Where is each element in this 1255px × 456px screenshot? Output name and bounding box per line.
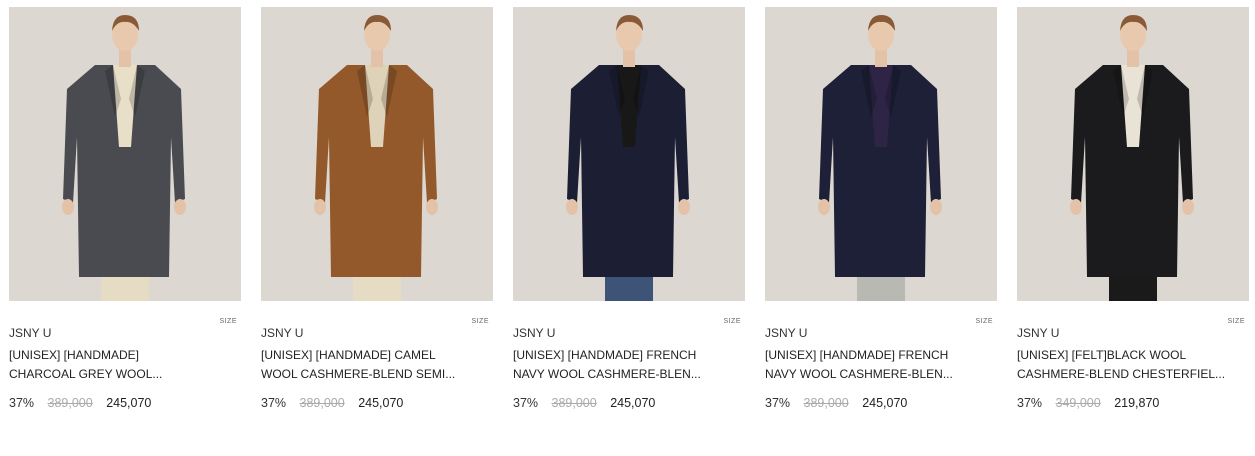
model-figure [765,7,997,301]
product-name[interactable]: [UNISEX] [HANDMADE] FRENCH NAVY WOOL CAS… [513,346,723,384]
sale-price: 245,070 [862,396,908,410]
discount-rate: 37% [9,396,35,410]
product-thumbnail-wrap: SIZE [1017,7,1249,325]
hand-left [818,199,830,215]
hand-right [174,199,186,215]
price-row: 37% 389,000 245,070 [765,394,997,412]
size-label[interactable]: SIZE [1227,318,1245,325]
product-brand[interactable]: JSNY U [9,325,241,341]
discount-rate: 37% [765,396,791,410]
size-label[interactable]: SIZE [219,318,237,325]
product-name[interactable]: [UNISEX] [HANDMADE] CHARCOAL GREY WOOL..… [9,346,219,384]
discount-rate: 37% [261,396,287,410]
product-thumbnail-wrap: SIZE [9,7,241,325]
hand-right [1182,199,1194,215]
product-name-line2: WOOL CASHMERE-BLEND SEMI... [261,367,456,381]
product-image[interactable] [765,7,997,301]
model-figure [9,7,241,301]
product-brand[interactable]: JSNY U [765,325,997,341]
product-thumbnail-wrap: SIZE [261,7,493,325]
product-name-line1: [UNISEX] [HANDMADE] FRENCH [765,348,949,362]
original-price: 349,000 [1055,396,1101,410]
hand-right [426,199,438,215]
product-card[interactable]: SIZE JSNY U [UNISEX] [HANDMADE] FRENCH N… [513,7,745,412]
product-name-line2: NAVY WOOL CASHMERE-BLEN... [765,367,953,381]
original-price: 389,000 [299,396,345,410]
sale-price: 245,070 [358,396,404,410]
price-row: 37% 389,000 245,070 [261,394,493,412]
size-label[interactable]: SIZE [975,318,993,325]
sale-price: 245,070 [610,396,656,410]
product-name-line2: NAVY WOOL CASHMERE-BLEN... [513,367,701,381]
model-figure [261,7,493,301]
sale-price: 219,870 [1114,396,1160,410]
product-grid: SIZE JSNY U [UNISEX] [HANDMADE] CHARCOAL… [9,7,1249,437]
product-image[interactable] [1017,7,1249,301]
product-name-line2: CASHMERE-BLEND CHESTERFIEL... [1017,367,1226,381]
product-card[interactable]: SIZE JSNY U [UNISEX] [HANDMADE] FRENCH N… [765,7,997,412]
price-row: 37% 389,000 245,070 [9,394,241,412]
product-brand[interactable]: JSNY U [1017,325,1249,341]
product-name[interactable]: [UNISEX] [FELT]BLACK WOOL CASHMERE-BLEND… [1017,346,1227,384]
product-name[interactable]: [UNISEX] [HANDMADE] CAMEL WOOL CASHMERE-… [261,346,471,384]
product-name-line2: CHARCOAL GREY WOOL... [9,367,163,381]
product-thumbnail-wrap: SIZE [765,7,997,325]
price-row: 37% 349,000 219,870 [1017,394,1249,412]
size-label[interactable]: SIZE [723,318,741,325]
hand-left [566,199,578,215]
size-label[interactable]: SIZE [471,318,489,325]
product-name-line1: [UNISEX] [HANDMADE] CAMEL [261,348,436,362]
hand-right [930,199,942,215]
original-price: 389,000 [551,396,597,410]
product-image[interactable] [513,7,745,301]
hand-left [314,199,326,215]
hand-left [62,199,74,215]
original-price: 389,000 [47,396,93,410]
model-figure [513,7,745,301]
product-name[interactable]: [UNISEX] [HANDMADE] FRENCH NAVY WOOL CAS… [765,346,975,384]
product-brand[interactable]: JSNY U [261,325,493,341]
discount-rate: 37% [1017,396,1043,410]
price-row: 37% 389,000 245,070 [513,394,745,412]
product-name-line1: [UNISEX] [HANDMADE] [9,348,140,362]
product-name-line1: [UNISEX] [FELT]BLACK WOOL [1017,348,1187,362]
original-price: 389,000 [803,396,849,410]
product-card[interactable]: SIZE JSNY U [UNISEX] [HANDMADE] CHARCOAL… [9,7,241,412]
product-card[interactable]: SIZE JSNY U [UNISEX] [HANDMADE] CAMEL WO… [261,7,493,412]
product-image[interactable] [9,7,241,301]
discount-rate: 37% [513,396,539,410]
product-brand[interactable]: JSNY U [513,325,745,341]
hand-right [678,199,690,215]
product-image[interactable] [261,7,493,301]
sale-price: 245,070 [106,396,152,410]
hand-left [1070,199,1082,215]
model-figure [1017,7,1249,301]
product-card[interactable]: SIZE JSNY U [UNISEX] [FELT]BLACK WOOL CA… [1017,7,1249,412]
product-thumbnail-wrap: SIZE [513,7,745,325]
product-name-line1: [UNISEX] [HANDMADE] FRENCH [513,348,697,362]
